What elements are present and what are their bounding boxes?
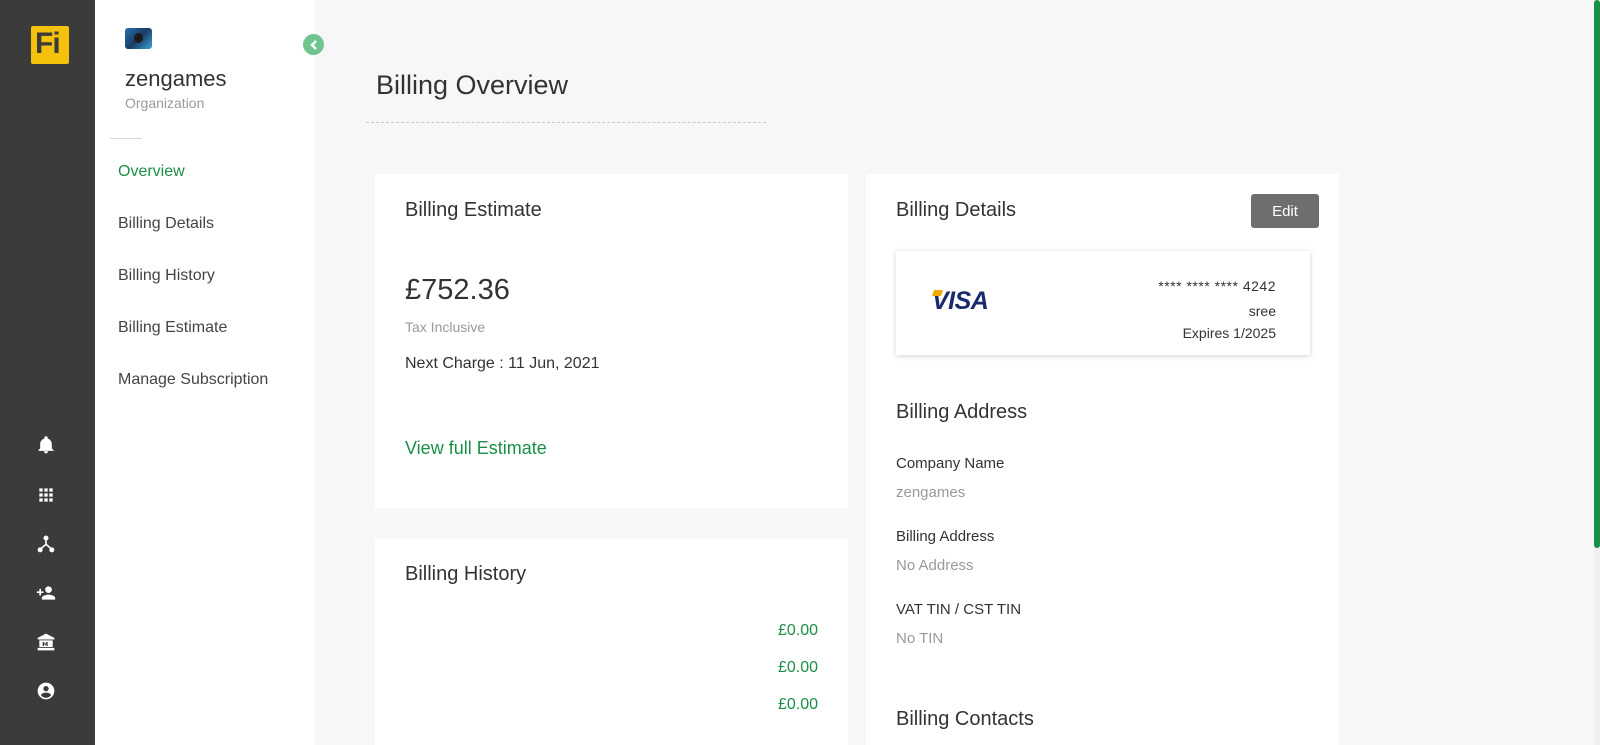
org-subtitle: Organization [125, 95, 205, 111]
billing-details-title: Billing Details [896, 199, 1017, 221]
billing-contacts-title: Billing Contacts [896, 708, 1034, 730]
chevron-left-icon [309, 39, 317, 50]
billing-estimate-title: Billing Estimate [405, 199, 542, 221]
nav-item-billing-estimate[interactable]: Billing Estimate [118, 319, 227, 337]
app-rail: Fi [0, 0, 95, 745]
org-name: zengames [125, 66, 227, 91]
billing-details-card: Billing Details Edit VISA **** **** ****… [866, 174, 1339, 745]
billing-address-value: No Address [896, 557, 974, 574]
card-holder: sree [1248, 303, 1276, 319]
bank-icon[interactable] [35, 631, 57, 653]
vat-tin-value: No TIN [896, 630, 944, 647]
page-title: Billing Overview [376, 70, 569, 100]
logo-text: Fi [35, 27, 61, 60]
nav-item-overview[interactable]: Overview [118, 163, 185, 181]
title-divider [366, 122, 766, 123]
app-logo[interactable]: Fi [31, 26, 69, 64]
billing-address-label: Billing Address [896, 528, 995, 545]
card-number: **** **** **** 4242 [1158, 278, 1276, 294]
collapse-sidebar-button[interactable] [303, 34, 324, 55]
billing-history-title: Billing History [405, 563, 527, 585]
vat-tin-label: VAT TIN / CST TIN [896, 601, 1022, 618]
nav-item-manage-subscription[interactable]: Manage Subscription [118, 371, 268, 389]
company-name-label: Company Name [896, 455, 1005, 472]
bell-icon[interactable] [35, 434, 57, 456]
account-circle-icon[interactable] [35, 680, 57, 702]
visa-logo-icon: VISA [932, 287, 989, 315]
add-user-icon[interactable] [35, 582, 57, 604]
nav-item-billing-history[interactable]: Billing History [118, 267, 215, 285]
billing-history-card: Billing History £0.00 £0.00 £0.00 [375, 538, 848, 745]
hierarchy-icon[interactable] [35, 533, 57, 555]
history-amount: £0.00 [777, 622, 818, 639]
apps-grid-icon[interactable] [35, 484, 57, 506]
company-name-value: zengames [896, 484, 966, 501]
tax-note: Tax Inclusive [405, 319, 486, 335]
org-sidebar: zengames Organization Overview Billing D… [95, 0, 315, 745]
card-expiry: Expires 1/2025 [1182, 325, 1276, 341]
payment-card: VISA **** **** **** 4242 sree Expires 1/… [896, 251, 1310, 355]
sidebar-divider [110, 138, 142, 139]
scrollbar-thumb[interactable] [1594, 0, 1600, 548]
edit-button[interactable]: Edit [1251, 194, 1319, 228]
billing-address-title: Billing Address [896, 401, 1028, 423]
next-charge: Next Charge : 11 Jun, 2021 [405, 355, 600, 372]
billing-estimate-card: Billing Estimate £752.36 Tax Inclusive N… [375, 174, 848, 508]
history-amount: £0.00 [777, 659, 818, 676]
estimate-amount: £752.36 [405, 274, 510, 306]
org-avatar[interactable] [125, 28, 152, 49]
nav-item-billing-details[interactable]: Billing Details [118, 215, 214, 233]
history-amount: £0.00 [777, 696, 818, 713]
view-full-estimate-link[interactable]: View full Estimate [405, 438, 547, 459]
